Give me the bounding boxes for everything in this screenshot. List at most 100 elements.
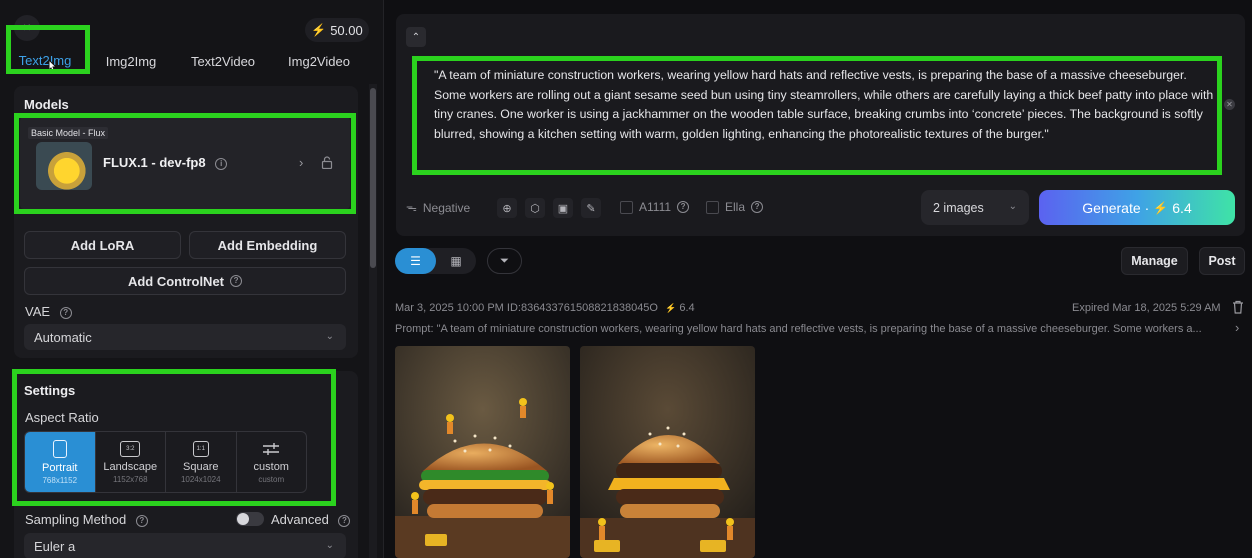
chevron-down-icon: ⌄ [325,540,334,551]
burger-image [395,346,570,558]
generation-meta: Mar 3, 2025 10:00 PM ID:8364337615088218… [395,302,695,314]
square-icon: 1:1 [192,440,209,457]
vae-value: Automatic [34,329,92,345]
sampling-method-label: Sampling Method ? [25,512,148,527]
chevron-down-icon: ⌄ [325,331,334,342]
chevron-down-icon: ⌄ [1008,201,1017,212]
aspect-ratio-name: custom [253,460,289,473]
filter-button[interactable]: ⏷ [487,248,522,274]
a1111-checkbox[interactable] [620,200,633,214]
grid-icon: ▦ [450,254,462,268]
sampling-value: Euler a [34,538,76,554]
portrait-icon [52,439,67,458]
add-embedding-button[interactable]: Add Embedding [189,231,346,259]
credits-value: 50.00 [330,22,363,38]
tab-img2img[interactable]: Img2Img [99,48,163,74]
generation-date-id: Mar 3, 2025 10:00 PM ID:8364337615088218… [395,302,658,314]
landscape-icon: 3:2 [120,440,141,457]
model-selector[interactable]: Basic Model - Flux FLUX.1 - dev-fp8 i › [20,117,350,209]
clear-prompt-icon[interactable]: ✕ [1224,99,1235,110]
generate-button[interactable]: Generate · ⚡ 6.4 [1039,190,1235,225]
aspect-ratio-landscape[interactable]: 3:2 Landscape 1152x768 [96,432,166,492]
aspect-ratio-name: Portrait [42,461,78,474]
vae-label: VAE ? [25,304,72,319]
ella-option[interactable]: Ella ? [706,200,764,214]
model-name: FLUX.1 - dev-fp8 i [103,155,228,170]
cube-icon[interactable]: ⬡ [525,198,545,218]
chevron-right-icon: › [299,155,304,170]
aspect-ratio-size: 768x1152 [42,475,78,485]
help-icon[interactable]: ? [59,306,72,319]
help-icon[interactable]: ? [135,514,148,527]
images-count-value: 2 images [933,200,984,215]
generated-image[interactable] [580,346,755,558]
aspect-ratio-name: Square [183,460,219,473]
mode-tabs: Text2Img Img2Img Text2Video Img2Video [14,48,364,78]
a1111-option[interactable]: A1111 ? [620,200,690,214]
settings-title: Settings [24,383,76,398]
images-count-select[interactable]: 2 images ⌄ [921,190,1029,225]
aspect-ratio-size: custom [258,474,285,484]
help-icon[interactable]: ? [677,201,690,213]
trash-icon[interactable] [1232,300,1244,314]
models-title: Models [24,97,69,112]
aspect-ratio-custom[interactable]: custom custom [237,432,307,492]
lightning-icon: ⚡ [665,303,677,313]
filter-icon: ⏷ [500,254,509,267]
chevron-right-icon[interactable]: › [1235,320,1239,335]
lightning-icon: ⚡ [311,23,327,37]
aspect-ratio-square[interactable]: 1:1 Square 1024x1024 [166,432,237,492]
advanced-toggle[interactable] [236,512,264,526]
sliders-icon [263,442,280,455]
aspect-ratio-name: Landscape [103,460,158,473]
negative-prompt-button[interactable]: ᯓ Negative [406,200,470,215]
left-panel: ✕ ⚡ 50.00 Text2Img Img2Img Text2Video Im… [0,0,384,558]
globe-icon[interactable]: ⊕ [497,198,517,218]
generation-cost: 6.4 [679,302,695,314]
help-icon[interactable]: ? [338,514,351,527]
mouse-cursor-icon [48,59,58,74]
list-view-button[interactable]: ☰ [395,248,436,274]
ella-checkbox[interactable] [706,200,719,214]
prompt-preview: Prompt: "A team of miniature constructio… [395,323,1202,335]
image-icon[interactable]: ▣ [553,198,573,218]
generate-cost: 6.4 [1172,199,1192,216]
tab-img2video[interactable]: Img2Video [280,48,358,74]
add-controlnet-button[interactable]: Add ControlNet ? [24,267,346,295]
collapse-panel-button[interactable]: ✕ [14,15,40,41]
model-name-text: FLUX.1 - dev-fp8 [103,155,206,170]
tab-text2video[interactable]: Text2Video [183,48,263,74]
manage-button[interactable]: Manage [1121,247,1188,275]
advanced-label: Advanced ? [271,512,351,527]
lightning-icon: ⚡ [1153,200,1169,215]
model-tag: Basic Model - Flux [28,127,109,139]
magic-wand-icon[interactable]: ✎ [581,198,601,218]
model-thumbnail [36,142,92,190]
sampling-method-select[interactable]: Euler a ⌄ [24,533,346,558]
credits-badge: ⚡ 50.00 [305,18,369,42]
a1111-label: A1111 [639,200,672,214]
post-button[interactable]: Post [1199,247,1245,275]
panel-scroll-thumb[interactable] [370,88,376,268]
chevron-up-icon: ⌃ [411,31,421,43]
ella-label: Ella [725,200,746,214]
aspect-ratio-portrait[interactable]: Portrait 768x1152 [25,432,96,492]
collapse-prompt-button[interactable]: ⌃ [406,27,426,47]
generated-image[interactable] [395,346,570,558]
add-lora-button[interactable]: Add LoRA [24,231,181,259]
info-icon[interactable]: i [215,157,228,170]
burger-image [580,346,755,558]
grid-view-button[interactable]: ▦ [436,248,476,274]
aspect-ratio-size: 1024x1024 [180,474,221,484]
add-controlnet-label: Add ControlNet [127,273,225,289]
tab-text2img[interactable]: Text2Img [15,48,75,74]
help-icon[interactable]: ? [751,201,764,213]
aspect-ratio-group: Portrait 768x1152 3:2 Landscape 1152x768… [24,431,307,493]
prompt-textarea[interactable]: "A team of miniature construction worker… [434,66,1214,144]
close-icon: ✕ [22,22,32,34]
lock-icon[interactable] [321,156,333,169]
vae-label-text: VAE [25,304,51,319]
negative-label: Negative [422,200,471,215]
info-icon[interactable]: ? [230,275,243,287]
vae-select[interactable]: Automatic ⌄ [24,324,346,350]
